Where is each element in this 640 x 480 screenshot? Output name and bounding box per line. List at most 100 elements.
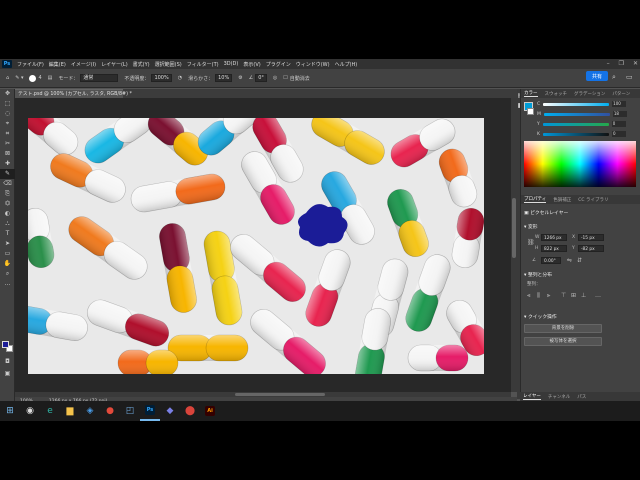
link-icon[interactable]: ⛓ bbox=[527, 239, 535, 246]
home-icon[interactable]: ⌂ bbox=[6, 75, 9, 81]
file-explorer-icon[interactable]: ▆ bbox=[60, 401, 80, 421]
brush-preset-picker[interactable]: 4 bbox=[29, 74, 42, 82]
menu-filter[interactable]: フィルター(T) bbox=[187, 61, 219, 68]
align-center-h-icon[interactable]: ⫼ bbox=[537, 292, 540, 300]
photoshop-icon[interactable]: Ps bbox=[140, 401, 160, 421]
edge-icon[interactable]: e bbox=[40, 401, 60, 421]
history-brush-tool-icon[interactable]: ⏣ bbox=[0, 199, 15, 209]
tab-cc-libraries[interactable]: CC ライブラリ bbox=[578, 197, 608, 203]
horizontal-scroll-thumb[interactable] bbox=[235, 393, 325, 396]
black-value[interactable]: 0 bbox=[611, 131, 626, 137]
illustrator-icon[interactable]: Ai bbox=[200, 401, 220, 421]
panel-background-swatch[interactable] bbox=[527, 108, 534, 115]
menu-select[interactable]: 選択範囲(S) bbox=[155, 61, 182, 68]
tab-layers[interactable]: レイヤー bbox=[523, 393, 541, 400]
angle-field[interactable]: 0° bbox=[255, 74, 267, 82]
align-left-icon[interactable]: ⫷ bbox=[527, 292, 530, 300]
workspace-icon[interactable]: ▭ bbox=[626, 73, 633, 81]
align-section-header[interactable]: ▾ 整列と分布 bbox=[524, 271, 552, 278]
quick-actions-header[interactable]: ▾ クイック操作 bbox=[524, 313, 557, 320]
edit-toolbar-icon[interactable]: … bbox=[0, 279, 15, 289]
align-middle-v-icon[interactable]: ⊞ bbox=[571, 292, 576, 299]
menu-help[interactable]: ヘルプ(H) bbox=[335, 61, 358, 68]
eyedropper-tool-icon[interactable]: ⊠ bbox=[0, 149, 15, 159]
gradient-tool-icon[interactable]: ◐ bbox=[0, 209, 15, 219]
restore-icon[interactable]: ❐ bbox=[619, 60, 624, 67]
tab-adjustments[interactable]: 色調補正 bbox=[553, 197, 571, 203]
y-field[interactable]: -82 px bbox=[578, 245, 604, 252]
transform-section-header[interactable]: ▾ 変形 bbox=[524, 223, 538, 230]
tab-swatches[interactable]: スウォッチ bbox=[545, 91, 568, 97]
chrome-icon[interactable]: ● bbox=[100, 401, 120, 421]
tab-properties[interactable]: プロパティ bbox=[524, 196, 547, 203]
flip-horizontal-icon[interactable]: ⇋ bbox=[567, 257, 572, 264]
pressure-opacity-icon[interactable]: ◔ bbox=[178, 75, 182, 81]
smoothing-settings-icon[interactable]: ⚙ bbox=[238, 75, 242, 81]
quick-mask-icon[interactable]: ◘ bbox=[0, 357, 15, 367]
align-top-icon[interactable]: ⊤ bbox=[561, 292, 566, 299]
healing-tool-icon[interactable]: ✚ bbox=[0, 159, 15, 169]
close-icon[interactable]: ✕ bbox=[633, 60, 638, 67]
screen-mode-icon[interactable]: ▣ bbox=[0, 369, 15, 379]
auto-erase-checkbox[interactable]: ☐ 自動消去 bbox=[283, 75, 310, 82]
vertical-scroll-thumb[interactable] bbox=[512, 198, 516, 258]
menu-plugins[interactable]: プラグイン bbox=[266, 61, 291, 68]
magenta-slider[interactable] bbox=[543, 112, 610, 116]
rectangle-tool-icon[interactable]: ▭ bbox=[0, 249, 15, 259]
minimize-icon[interactable]: – bbox=[607, 60, 610, 67]
tab-paths[interactable]: パス bbox=[577, 394, 586, 400]
width-field[interactable]: 1266 px bbox=[541, 234, 567, 241]
eraser-tool-icon[interactable]: ⌫ bbox=[0, 179, 15, 189]
teams-icon[interactable]: ◆ bbox=[160, 401, 180, 421]
tab-gradients[interactable]: グラデーション bbox=[574, 91, 605, 97]
flip-vertical-icon[interactable]: ⇵ bbox=[577, 257, 582, 264]
menu-file[interactable]: ファイル(F) bbox=[17, 61, 44, 68]
smoothing-field[interactable]: 10% bbox=[215, 74, 233, 82]
search-icon[interactable]: ◉ bbox=[20, 401, 40, 421]
more-options-icon[interactable]: … bbox=[595, 292, 601, 299]
object-select-tool-icon[interactable]: ⌖ bbox=[0, 119, 15, 129]
canvas-area[interactable] bbox=[15, 98, 511, 392]
opacity-field[interactable]: 100% bbox=[151, 74, 172, 82]
crop-tool-icon[interactable]: ⌗ bbox=[0, 129, 15, 139]
magenta-value[interactable]: 18 bbox=[612, 111, 627, 117]
menu-image[interactable]: イメージ(I) bbox=[71, 61, 96, 68]
align-right-icon[interactable]: ⫸ bbox=[547, 292, 550, 300]
frame-tool-icon[interactable]: ✂ bbox=[0, 139, 15, 149]
yellow-slider[interactable] bbox=[542, 122, 609, 126]
height-field[interactable]: 822 px bbox=[541, 245, 567, 252]
cyan-slider[interactable] bbox=[543, 102, 610, 106]
x-field[interactable]: -15 px bbox=[578, 234, 604, 241]
black-slider[interactable] bbox=[542, 132, 609, 136]
align-bottom-icon[interactable]: ⊥ bbox=[581, 292, 586, 299]
tab-color[interactable]: カラー bbox=[524, 90, 538, 97]
foreground-color-swatch[interactable] bbox=[2, 341, 9, 348]
remove-background-button[interactable]: 背景を削除 bbox=[524, 324, 602, 333]
brush-tool-icon[interactable]: ✎ bbox=[0, 169, 15, 179]
brush-settings-icon[interactable]: ▤ bbox=[48, 75, 53, 81]
menu-layer[interactable]: レイヤー(L) bbox=[101, 61, 128, 68]
document-tab[interactable]: テスト.psd @ 100% (カプセル, ラスタ, RGB/8#) * bbox=[15, 89, 132, 98]
mode-select[interactable]: 通常 bbox=[80, 74, 119, 82]
share-button[interactable]: 共有 bbox=[586, 71, 608, 81]
record-icon[interactable]: ⬤ bbox=[180, 401, 200, 421]
brush-tool-icon[interactable]: ✎ ▾ bbox=[15, 75, 23, 81]
cyan-value[interactable]: 100 bbox=[612, 101, 627, 107]
menu-3d[interactable]: 3D(D) bbox=[224, 61, 239, 67]
menu-edit[interactable]: 編集(E) bbox=[49, 61, 66, 68]
photos-icon[interactable]: ◰ bbox=[120, 401, 140, 421]
tab-channels[interactable]: チャンネル bbox=[548, 394, 570, 400]
clone-stamp-tool-icon[interactable]: ⎘ bbox=[0, 189, 15, 199]
capsules-photo[interactable] bbox=[28, 118, 484, 374]
angle-field[interactable]: 0.00° bbox=[541, 257, 561, 264]
windows-logo-icon[interactable]: ⊞ bbox=[0, 401, 20, 421]
path-select-tool-icon[interactable]: ➤ bbox=[0, 239, 15, 249]
menu-type[interactable]: 書式(Y) bbox=[133, 61, 150, 68]
select-subject-button[interactable]: 被写体を選択 bbox=[524, 337, 602, 346]
store-icon[interactable]: ◈ bbox=[80, 401, 100, 421]
marquee-tool-icon[interactable]: ⬚ bbox=[0, 99, 15, 109]
zoom-tool-icon[interactable]: ⌕ bbox=[0, 269, 15, 279]
menu-view[interactable]: 表示(V) bbox=[243, 61, 260, 68]
menu-window[interactable]: ウィンドウ(W) bbox=[296, 61, 330, 68]
yellow-value[interactable]: 0 bbox=[611, 121, 626, 127]
